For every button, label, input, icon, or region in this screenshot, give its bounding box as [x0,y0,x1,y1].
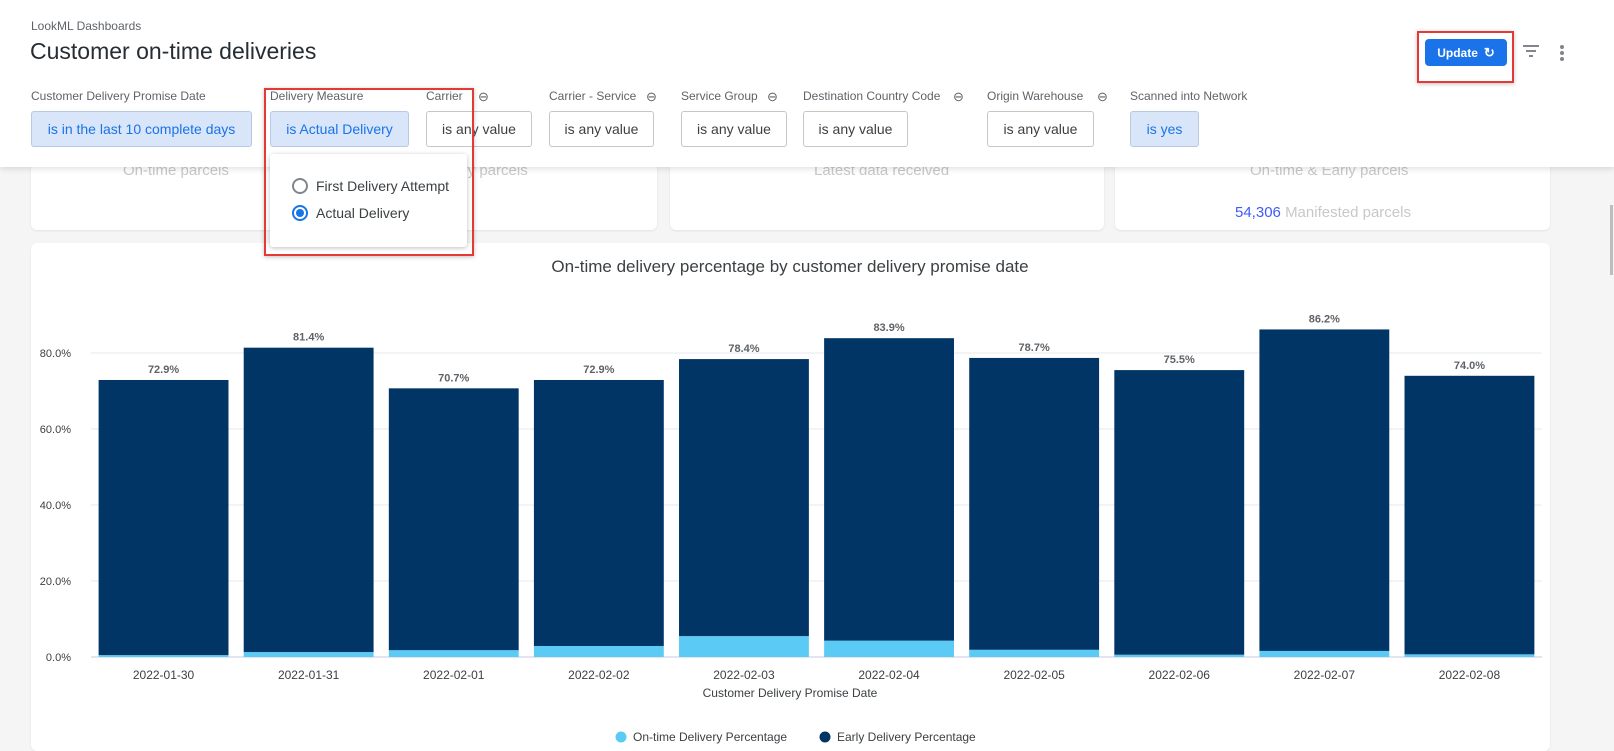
manifested-row: 54,306 Manifested parcels [1235,204,1411,221]
bar-total-label: 78.4% [728,343,759,355]
filter-value-button[interactable]: is any value [987,111,1094,147]
bar-total-label: 70.7% [438,372,469,384]
filter-label: Origin Warehouse [987,89,1084,103]
filter-icon[interactable] [1523,45,1539,57]
bar-early[interactable] [824,338,954,641]
chart-card: On-time delivery percentage by customer … [31,243,1550,751]
bar-early[interactable] [388,388,519,651]
link-icon[interactable]: ⊖ [767,89,778,105]
bar-early[interactable] [969,357,1100,650]
x-tick-label: 2022-02-01 [423,668,485,682]
bar-ontime[interactable] [388,650,519,657]
bar-total-label: 72.9% [583,364,614,376]
bar-ontime[interactable] [969,649,1100,657]
manifested-label: Manifested parcels [1285,204,1411,221]
filter-value-button[interactable]: is Actual Delivery [270,111,409,147]
y-tick-label: 40.0% [40,500,71,512]
bar-ontime[interactable] [533,645,664,657]
filter-label: Delivery Measure [270,89,364,103]
bar-early[interactable] [98,379,229,656]
bar-total-label: 78.7% [1019,342,1050,354]
legend-label[interactable]: On-time Delivery Percentage [633,730,787,744]
bar-total-label: 74.0% [1454,360,1485,372]
chart-title: On-time delivery percentage by customer … [551,257,1028,276]
bar-ontime[interactable] [679,636,809,657]
y-tick-label: 60.0% [40,424,71,436]
breadcrumb[interactable]: LookML Dashboards [31,19,141,33]
manifested-count: 54,306 [1235,204,1281,221]
radio-unselected-icon[interactable] [292,178,308,194]
radio-selected-icon[interactable] [292,205,308,221]
filter-value-button[interactable]: is any value [803,111,908,147]
bar-ontime[interactable] [98,655,229,657]
bar-ontime[interactable] [1404,654,1535,657]
legend-marker[interactable] [819,731,831,743]
bar-total-label: 83.9% [873,322,904,334]
filter-label: Scanned into Network [1130,89,1248,103]
legend-marker[interactable] [615,731,627,743]
filter-value-button[interactable]: is any value [681,111,787,147]
x-tick-label: 2022-02-02 [568,668,630,682]
option-first-delivery-attempt[interactable]: First Delivery Attempt [292,178,449,194]
bar-total-label: 81.4% [293,332,324,344]
filter-label: Carrier - Service [549,89,637,103]
delivery-measure-dropdown: First Delivery Attempt Actual Delivery [270,154,467,247]
x-axis-title: Customer Delivery Promise Date [703,686,878,700]
bar-early[interactable] [533,379,664,646]
filter-value-button[interactable]: is in the last 10 complete days [31,111,252,147]
x-tick-label: 2022-02-04 [858,668,920,682]
filter-label: Service Group [681,89,758,103]
filter-value-button[interactable]: is any value [426,111,532,147]
page-title: Customer on-time deliveries [30,38,317,64]
x-tick-label: 2022-02-03 [713,668,775,682]
legend-label[interactable]: Early Delivery Percentage [837,730,976,744]
update-label: Update [1437,45,1478,60]
link-icon[interactable]: ⊖ [646,89,657,105]
ontime-chart: On-time delivery percentage by customer … [40,257,1542,744]
dashboard-header: LookML Dashboards Customer on-time deliv… [0,0,1614,167]
bar-early[interactable] [1114,370,1245,655]
y-tick-label: 80.0% [40,348,71,360]
option-label: Actual Delivery [316,205,410,221]
bar-early[interactable] [1404,375,1535,655]
x-tick-label: 2022-02-07 [1294,668,1356,682]
bar-ontime[interactable] [1259,650,1390,657]
option-label: First Delivery Attempt [316,178,450,194]
bar-early[interactable] [1259,329,1390,651]
scrollbar[interactable] [1610,205,1613,275]
update-button[interactable]: Update ↻ [1425,39,1507,66]
filter-label: Carrier [426,89,463,103]
y-tick-label: 20.0% [40,576,71,588]
bar-ontime[interactable] [1114,654,1245,657]
option-actual-delivery[interactable]: Actual Delivery [292,205,409,221]
x-tick-label: 2022-02-06 [1149,668,1211,682]
x-tick-label: 2022-01-30 [133,668,195,682]
more-options-icon[interactable] [1560,45,1564,61]
link-icon[interactable]: ⊖ [478,89,489,105]
bar-early[interactable] [243,347,374,653]
bar-early[interactable] [679,359,809,637]
filter-label: Customer Delivery Promise Date [31,89,206,103]
x-tick-label: 2022-02-08 [1439,668,1501,682]
bar-total-label: 75.5% [1164,354,1195,366]
bar-ontime[interactable] [243,652,374,657]
bar-total-label: 72.9% [148,364,179,376]
link-icon[interactable]: ⊖ [953,89,964,105]
bar-total-label: 86.2% [1309,313,1340,325]
y-tick-label: 0.0% [46,652,71,664]
filter-label: Destination Country Code [803,89,941,103]
x-tick-label: 2022-01-31 [278,668,340,682]
bar-ontime[interactable] [824,640,954,657]
x-tick-label: 2022-02-05 [1003,668,1065,682]
link-icon[interactable]: ⊖ [1097,89,1108,105]
refresh-icon: ↻ [1483,44,1495,60]
filter-value-button[interactable]: is any value [549,111,654,147]
filter-value-button[interactable]: is yes [1130,111,1199,147]
